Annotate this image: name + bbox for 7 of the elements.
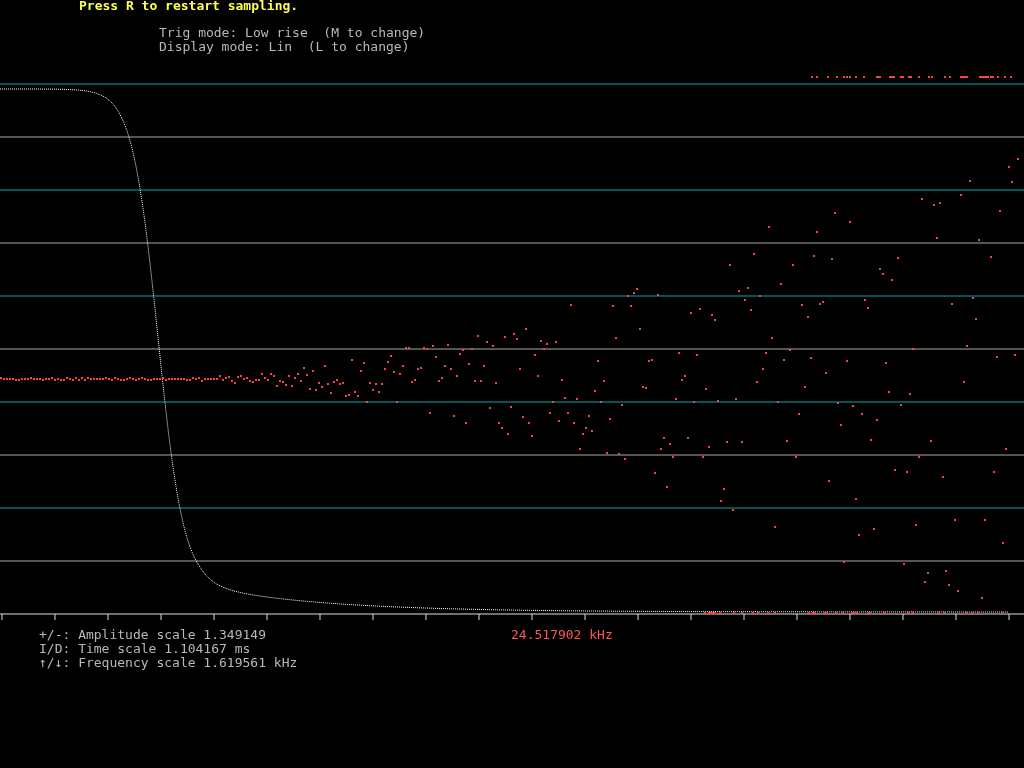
restart-prompt: Press R to restart sampling. <box>78 0 300 12</box>
mode-status: Trig mode: Low rise (M to change) <box>159 26 426 40</box>
scale-readout: I/D: Time scale 1.104167 ms <box>39 642 251 656</box>
scale-readout: ↑/↓: Frequency scale 1.619561 kHz <box>39 656 298 670</box>
frequency-readout: 24.517902 kHz <box>511 628 613 644</box>
mode-status: Display mode: Lin (L to change) <box>159 40 410 54</box>
scale-readout: +/-: Amplitude scale 1.349149 <box>39 628 266 642</box>
